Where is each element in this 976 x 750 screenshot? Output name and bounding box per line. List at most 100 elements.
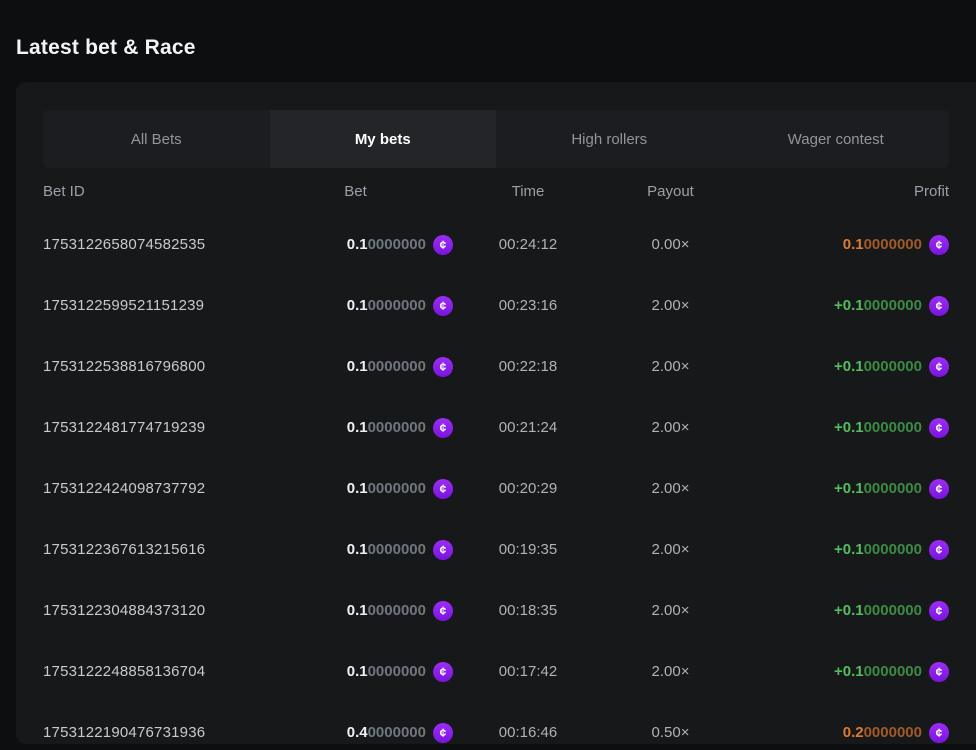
coin-icon: ¢ [433,540,453,560]
bet-id-cell: 1753122367613215616 [43,541,258,558]
payout-cell: 2.00× [603,663,738,680]
bet-amount-main: 0.1 [347,480,368,497]
profit-cell: 0.20000000 ¢ [738,723,949,743]
profit-amount-zeros: 0000000 [864,724,922,741]
table-row[interactable]: 1753122190476731936 0.40000000 ¢ 00:16:4… [43,702,949,744]
bet-amount: 0.10000000 [347,236,426,253]
coin-icon: ¢ [433,418,453,438]
profit-amount-main: 0.2 [843,724,864,741]
payout-cell: 2.00× [603,297,738,314]
profit-amount: +0.10000000 [834,663,922,680]
profit-amount-main: +0.1 [834,541,864,558]
payout-cell: 0.50× [603,724,738,741]
bet-id-cell: 1753122538816796800 [43,358,258,375]
coin-icon: ¢ [929,357,949,377]
time-cell: 00:22:18 [453,358,603,375]
bet-amount-main: 0.1 [347,541,368,558]
profit-amount: 0.20000000 [843,724,922,741]
table-row[interactable]: 1753122248858136704 0.10000000 ¢ 00:17:4… [43,641,949,702]
bet-cell: 0.10000000 ¢ [258,601,453,621]
bet-amount-zeros: 0000000 [368,358,426,375]
bet-amount-zeros: 0000000 [368,602,426,619]
tab-high-rollers[interactable]: High rollers [496,110,723,168]
bet-amount: 0.10000000 [347,541,426,558]
header-payout: Payout [603,183,738,200]
tab-my-bets[interactable]: My bets [270,110,497,168]
tab-all-bets[interactable]: All Bets [43,110,270,168]
payout-cell: 0.00× [603,236,738,253]
bet-cell: 0.40000000 ¢ [258,723,453,743]
header-profit: Profit [738,183,949,200]
coin-icon: ¢ [929,235,949,255]
bet-cell: 0.10000000 ¢ [258,662,453,682]
payout-cell: 2.00× [603,358,738,375]
profit-amount-zeros: 0000000 [864,297,922,314]
bet-amount: 0.10000000 [347,663,426,680]
latest-bets-panel: All Bets My bets High rollers Wager cont… [16,82,976,744]
bet-amount-main: 0.1 [347,663,368,680]
profit-cell: +0.10000000 ¢ [738,357,949,377]
coin-icon: ¢ [929,296,949,316]
payout-cell: 2.00× [603,541,738,558]
bet-amount-zeros: 0000000 [368,724,426,741]
bet-amount: 0.10000000 [347,602,426,619]
payout-cell: 2.00× [603,419,738,436]
bet-amount-main: 0.1 [347,602,368,619]
coin-icon: ¢ [929,418,949,438]
time-cell: 00:19:35 [453,541,603,558]
profit-cell: +0.10000000 ¢ [738,540,949,560]
table-row[interactable]: 1753122424098737792 0.10000000 ¢ 00:20:2… [43,458,949,519]
profit-amount-main: +0.1 [834,419,864,436]
bet-cell: 0.10000000 ¢ [258,235,453,255]
profit-cell: +0.10000000 ¢ [738,601,949,621]
bet-amount-main: 0.1 [347,236,368,253]
bet-id-cell: 1753122658074582535 [43,236,258,253]
tab-wager-contest[interactable]: Wager contest [723,110,950,168]
bet-id-cell: 1753122190476731936 [43,724,258,741]
profit-amount-zeros: 0000000 [864,663,922,680]
coin-icon: ¢ [929,601,949,621]
coin-icon: ¢ [929,723,949,743]
bet-amount-main: 0.1 [347,358,368,375]
bets-table-body: 1753122658074582535 0.10000000 ¢ 00:24:1… [43,214,949,744]
bet-amount-zeros: 0000000 [368,419,426,436]
table-row[interactable]: 1753122481774719239 0.10000000 ¢ 00:21:2… [43,397,949,458]
bet-id-cell: 1753122248858136704 [43,663,258,680]
coin-icon: ¢ [433,662,453,682]
bets-tabbar: All Bets My bets High rollers Wager cont… [43,110,949,168]
profit-amount-zeros: 0000000 [864,602,922,619]
table-row[interactable]: 1753122538816796800 0.10000000 ¢ 00:22:1… [43,336,949,397]
bet-amount-zeros: 0000000 [368,297,426,314]
profit-cell: +0.10000000 ¢ [738,479,949,499]
time-cell: 00:17:42 [453,663,603,680]
bet-id-cell: 1753122481774719239 [43,419,258,436]
coin-icon: ¢ [929,540,949,560]
table-row[interactable]: 1753122367613215616 0.10000000 ¢ 00:19:3… [43,519,949,580]
profit-amount: +0.10000000 [834,602,922,619]
profit-amount-main: +0.1 [834,663,864,680]
payout-cell: 2.00× [603,480,738,497]
bet-amount: 0.10000000 [347,297,426,314]
table-row[interactable]: 1753122658074582535 0.10000000 ¢ 00:24:1… [43,214,949,275]
profit-amount-zeros: 0000000 [864,541,922,558]
bet-id-cell: 1753122304884373120 [43,602,258,619]
bet-cell: 0.10000000 ¢ [258,357,453,377]
profit-amount: +0.10000000 [834,297,922,314]
coin-icon: ¢ [433,479,453,499]
profit-amount: +0.10000000 [834,480,922,497]
bet-amount: 0.10000000 [347,480,426,497]
bet-amount: 0.10000000 [347,358,426,375]
coin-icon: ¢ [433,723,453,743]
profit-amount: +0.10000000 [834,419,922,436]
bet-cell: 0.10000000 ¢ [258,540,453,560]
profit-amount-main: +0.1 [834,602,864,619]
profit-amount: +0.10000000 [834,358,922,375]
coin-icon: ¢ [929,662,949,682]
table-row[interactable]: 1753122304884373120 0.10000000 ¢ 00:18:3… [43,580,949,641]
coin-icon: ¢ [433,235,453,255]
bet-id-cell: 1753122599521151239 [43,297,258,314]
page-title: Latest bet & Race [16,36,196,60]
table-row[interactable]: 1753122599521151239 0.10000000 ¢ 00:23:1… [43,275,949,336]
header-bet: Bet [258,183,453,200]
bet-amount-zeros: 0000000 [368,480,426,497]
